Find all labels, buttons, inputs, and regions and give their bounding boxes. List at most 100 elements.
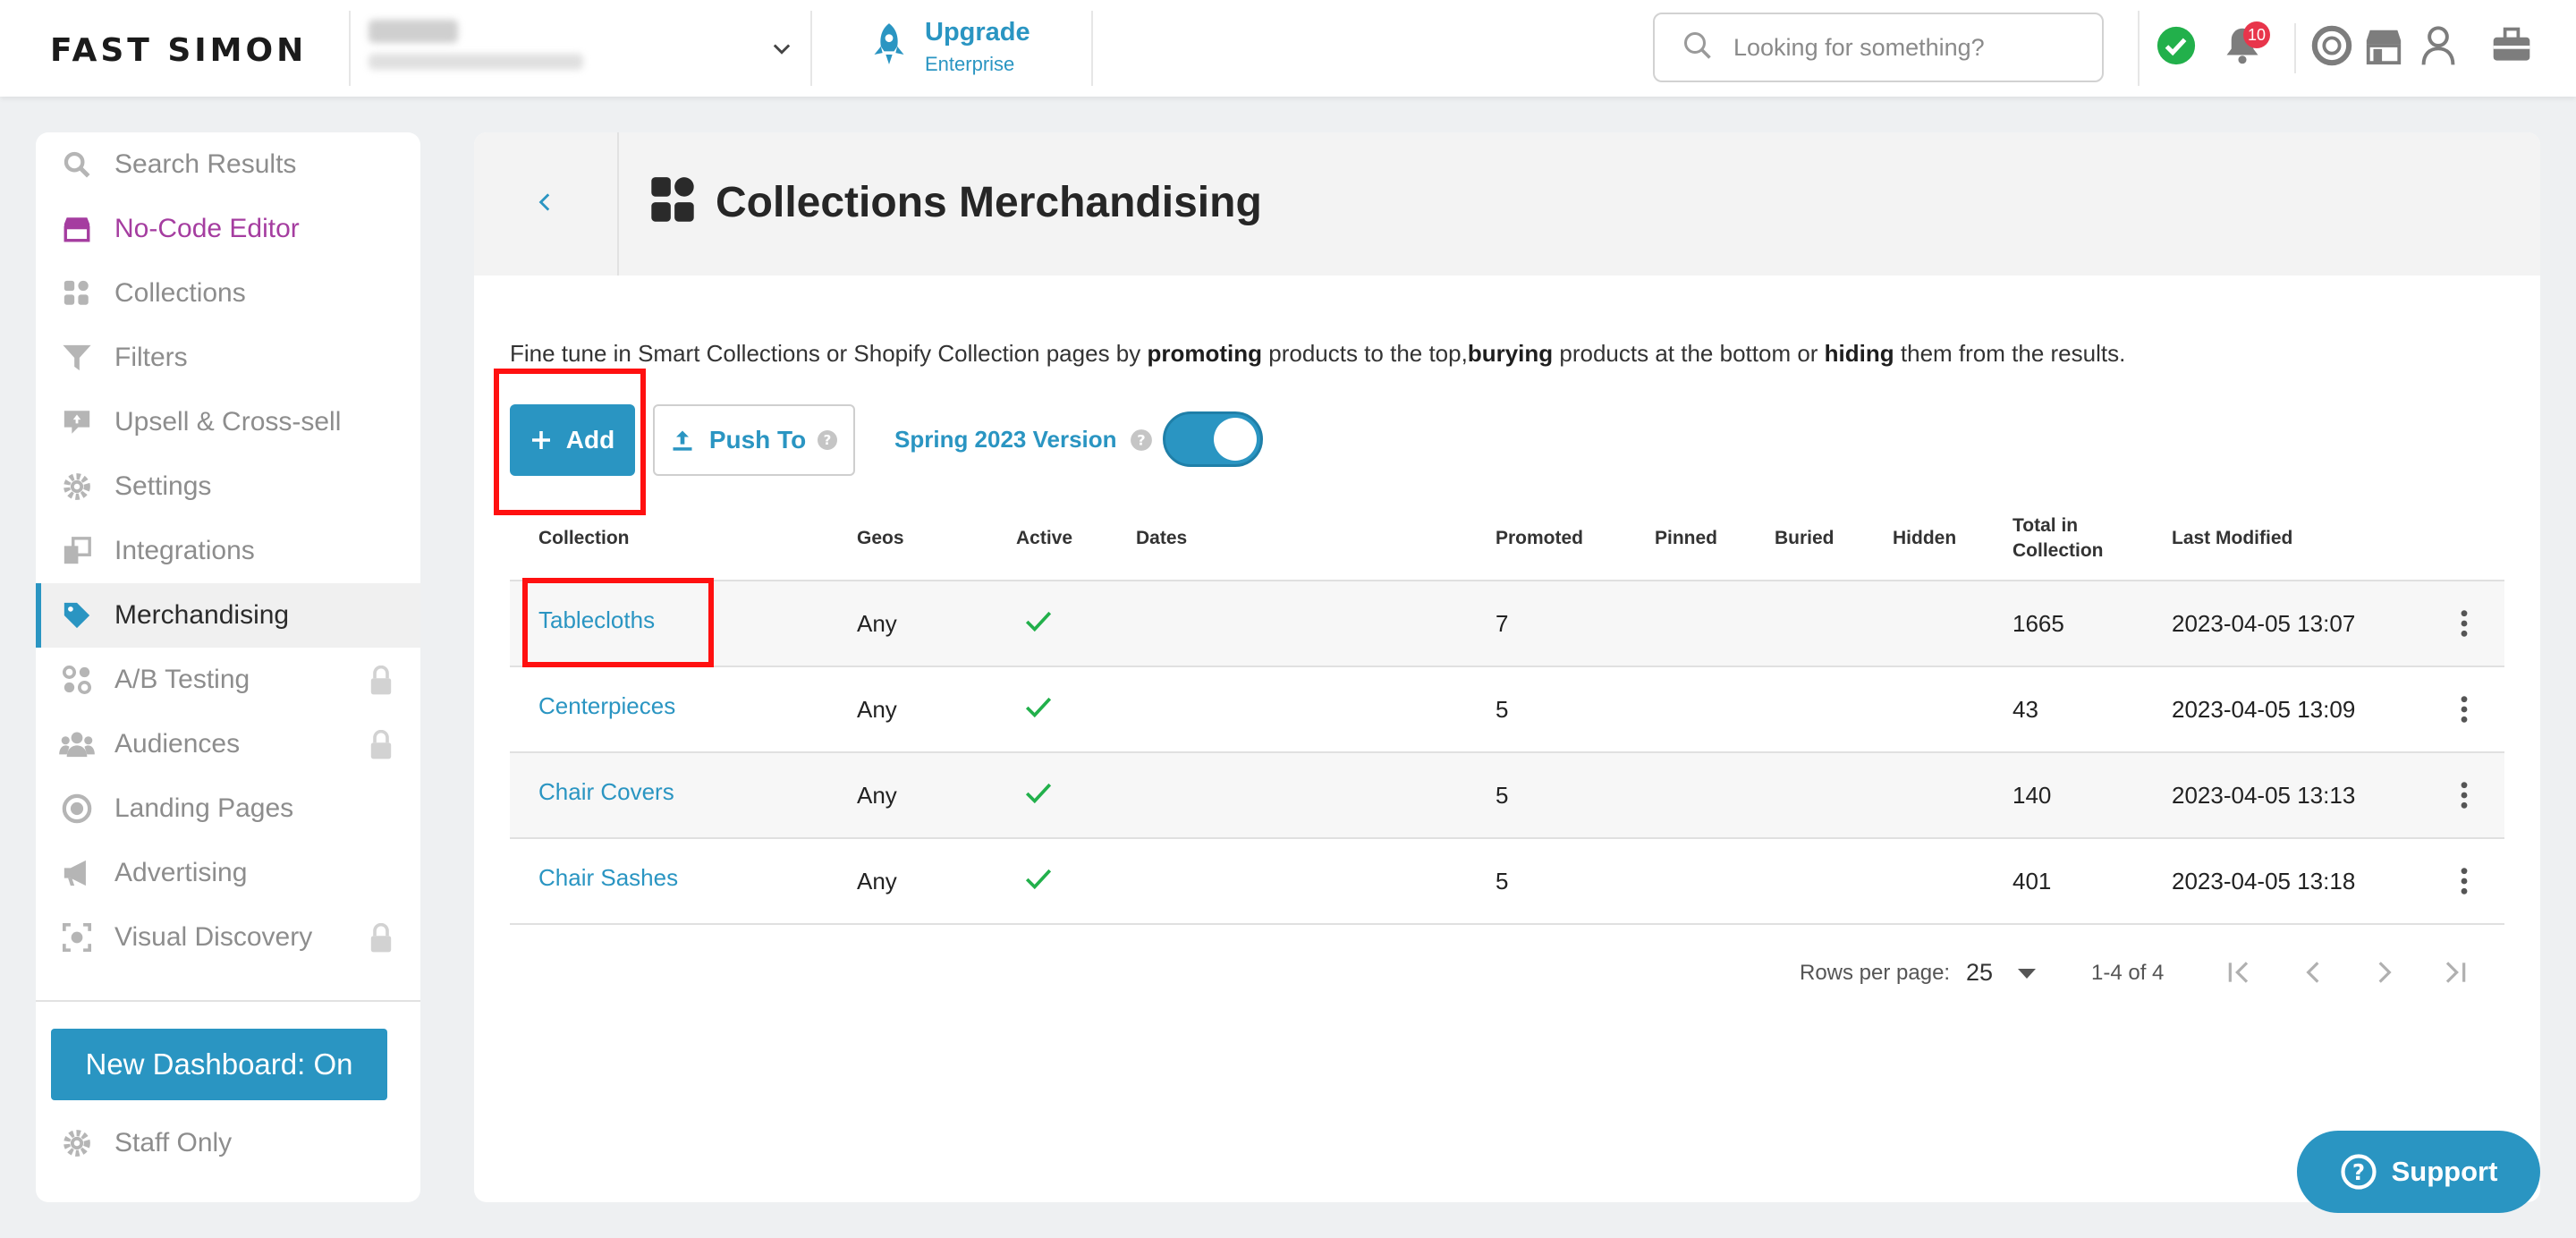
table-row[interactable]: Chair Covers Any 5 140 2023-04-05 13:13: [510, 753, 2504, 839]
lock-icon: [369, 729, 394, 767]
more-options-icon[interactable]: [2458, 694, 2470, 729]
gear-icon: [59, 469, 95, 505]
upgrade-subtitle: Enterprise: [925, 53, 1015, 75]
column-header[interactable]: Total in Collection: [2012, 513, 2120, 564]
rows-per-page-select[interactable]: 25: [1966, 959, 1993, 987]
integrations-icon: [59, 533, 95, 569]
geos-cell: Any: [857, 610, 897, 637]
help-circle-icon: ?: [2340, 1153, 2377, 1191]
push-to-label: Push To: [708, 426, 807, 454]
column-header[interactable]: Promoted: [1496, 526, 1583, 551]
column-header[interactable]: Dates: [1136, 526, 1187, 551]
description-text: products to the top,: [1262, 340, 1468, 367]
sidebar-item-staff-only[interactable]: Staff Only: [36, 1111, 420, 1175]
first-page-icon[interactable]: [2225, 957, 2254, 992]
status-check-icon[interactable]: [2156, 25, 2197, 71]
help-icon[interactable]: ?: [817, 429, 838, 451]
collection-link[interactable]: Chair Sashes: [538, 864, 678, 892]
more-options-icon[interactable]: [2458, 780, 2470, 815]
megaphone-icon: [59, 855, 95, 891]
sidebar-item-settings[interactable]: Settings: [36, 454, 420, 519]
table-row[interactable]: Centerpieces Any 5 43 2023-04-05 13:09: [510, 667, 2504, 753]
sidebar-item-label: Merchandising: [114, 600, 290, 630]
caret-down-icon[interactable]: [2016, 964, 2038, 987]
divider: [2138, 11, 2140, 86]
column-header[interactable]: Hidden: [1893, 526, 1956, 551]
upload-icon: [670, 428, 695, 453]
total-cell: 43: [2012, 696, 2038, 723]
previous-page-icon[interactable]: [2299, 957, 2327, 992]
sidebar-item-label: Integrations: [114, 536, 255, 565]
table-row[interactable]: Tablecloths Any 7 1665 2023-04-05 13:07: [510, 581, 2504, 667]
lock-icon: [369, 665, 394, 703]
toggle-knob: [1214, 418, 1257, 461]
chevron-down-icon[interactable]: [769, 36, 794, 65]
lock-icon: [369, 922, 394, 961]
back-button[interactable]: [474, 132, 617, 276]
table-header: Collection Geos Active Dates Promoted Pi…: [510, 494, 2504, 581]
last-page-icon[interactable]: [2440, 957, 2469, 992]
next-page-icon[interactable]: [2370, 957, 2399, 992]
sidebar-item-collections[interactable]: Collections: [36, 261, 420, 326]
help-icon[interactable]: ?: [1130, 428, 1153, 452]
support-button[interactable]: ? Support: [2297, 1131, 2540, 1213]
sidebar-item-no-code-editor[interactable]: No-Code Editor: [36, 197, 420, 261]
description-emphasis: promoting: [1147, 340, 1263, 367]
sidebar-item-visual-discovery[interactable]: Visual Discovery: [36, 905, 420, 970]
promoted-cell: 5: [1496, 782, 1509, 809]
divider: [810, 11, 812, 86]
user-icon[interactable]: [2420, 25, 2456, 71]
search-icon: [59, 147, 95, 182]
sidebar-item-integrations[interactable]: Integrations: [36, 519, 420, 583]
lifebuoy-icon[interactable]: [2311, 25, 2352, 71]
target-icon: [59, 791, 95, 827]
sidebar-item-audiences[interactable]: Audiences: [36, 712, 420, 776]
svg-text:?: ?: [824, 432, 832, 448]
account-switcher[interactable]: [369, 20, 592, 79]
divider: [2294, 23, 2296, 73]
page-title-group: Collections Merchandising: [649, 175, 1262, 230]
sidebar-item-merchandising[interactable]: Merchandising: [36, 583, 420, 648]
column-header[interactable]: Geos: [857, 526, 904, 551]
total-cell: 140: [2012, 782, 2052, 809]
version-label: Spring 2023 Version: [894, 426, 1117, 453]
more-options-icon[interactable]: [2458, 608, 2470, 643]
column-header[interactable]: Active: [1016, 526, 1072, 551]
collection-link[interactable]: Chair Covers: [538, 778, 674, 806]
column-header[interactable]: Last Modified: [2172, 526, 2292, 551]
sidebar-item-landing-pages[interactable]: Landing Pages: [36, 776, 420, 841]
store-icon: [59, 211, 95, 247]
toolbox-icon[interactable]: [2490, 25, 2533, 71]
gear-icon: [59, 1125, 95, 1161]
column-header[interactable]: Collection: [538, 526, 630, 551]
sidebar-item-label: Search Results: [114, 149, 297, 179]
sidebar-item-upsell-cross-sell[interactable]: Upsell & Cross-sell: [36, 390, 420, 454]
support-label: Support: [2391, 1156, 2498, 1187]
sidebar-item-advertising[interactable]: Advertising: [36, 841, 420, 905]
more-options-icon[interactable]: [2458, 866, 2470, 901]
column-header[interactable]: Buried: [1775, 526, 1835, 551]
upgrade-button[interactable]: Upgrade Enterprise: [869, 18, 1030, 76]
sidebar-item-ab-testing[interactable]: A/B Testing: [36, 648, 420, 712]
version-toggle[interactable]: [1163, 411, 1263, 467]
collections-icon: [59, 276, 95, 311]
search-input[interactable]: [1733, 33, 2091, 62]
sidebar-item-label: Upsell & Cross-sell: [114, 407, 342, 437]
check-icon: [1023, 864, 1054, 899]
new-dashboard-button[interactable]: New Dashboard: On: [51, 1029, 387, 1100]
table-row[interactable]: Chair Sashes Any 5 401 2023-04-05 13:18: [510, 839, 2504, 925]
chevron-left-icon: [534, 189, 557, 220]
fast-simon-logo[interactable]: FAST SIMON: [50, 32, 307, 69]
collection-link[interactable]: Centerpieces: [538, 692, 675, 720]
page-title: Collections Merchandising: [716, 179, 1262, 226]
store-icon[interactable]: [2363, 25, 2404, 71]
sidebar-item-filters[interactable]: Filters: [36, 326, 420, 390]
main-panel: Collections Merchandising Fine tune in S…: [474, 132, 2540, 1202]
push-to-button[interactable]: Push To ?: [653, 404, 855, 476]
column-header[interactable]: Pinned: [1655, 526, 1717, 551]
check-icon: [1023, 606, 1054, 641]
sidebar-nav: Search Results No-Code Editor Collection…: [36, 132, 420, 1202]
search-box[interactable]: [1653, 13, 2104, 82]
sidebar-item-label: A/B Testing: [114, 665, 250, 694]
sidebar-item-search-results[interactable]: Search Results: [36, 132, 420, 197]
